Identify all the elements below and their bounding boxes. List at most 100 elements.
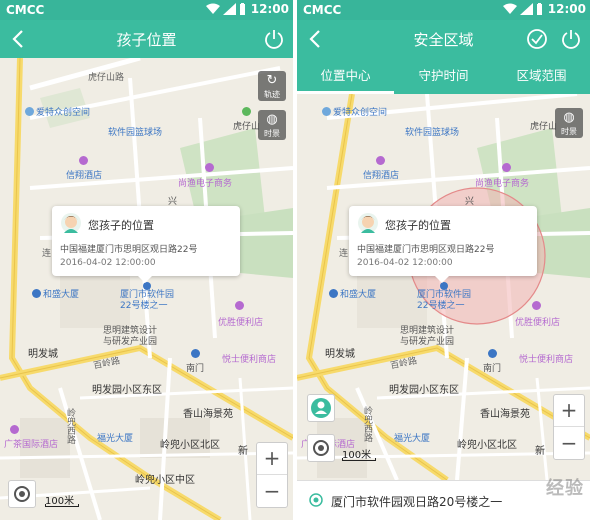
zoom-in-button[interactable]: + [257,443,287,475]
zoom-in-button[interactable]: + [554,395,584,427]
child-avatar-icon [61,213,81,233]
poi-icon [205,163,214,172]
person-pin-icon [311,398,331,418]
map-label: 尚渔电子商务 [178,179,233,189]
map-label: 悦士便利商店 [519,355,574,365]
current-address: 厦门市软件园观日路20号楼之一 [331,495,503,509]
map-label: 和盛大厦 [43,290,80,300]
locate-button[interactable] [8,480,36,508]
map-view[interactable]: 虎仔山路 爱特众创空间 软件园篮球场 虎仔山 信翔酒店 尚渔电子商务 兴 连 和… [0,58,293,520]
map-label: 尚渔电子商务 [475,179,530,189]
wifi-icon [205,3,220,14]
poi-icon [235,301,244,310]
time-view-label: 时景 [264,129,280,138]
status-icons: 12:00 [502,2,586,16]
carrier-label: CMCC [6,3,45,17]
poi-icon [322,107,331,116]
tab-location-center[interactable]: 位置中心 [297,58,394,94]
wifi-icon [502,3,517,14]
battery-icon [536,3,542,15]
safe-zone-screen: CMCC 12:00 安全区域 位置中心 守护时间 区域范围 爱特众创空间 软件… [297,0,590,520]
child-location-popup[interactable]: 您孩子的位置 中国福建厦门市思明区观日路22号 2016-04-02 12:00… [349,206,537,283]
map-label: 岭兜西路 [362,406,372,442]
poi-icon [79,156,88,165]
time-view-button[interactable]: ◍ 时景 [258,110,286,140]
child-location-popup[interactable]: 您孩子的位置 中国福建厦门市思明区观日路22号 2016-04-02 12:00… [52,206,240,283]
title-bar: 安全区域 [297,20,590,58]
map-label: 虎仔山路 [88,73,125,83]
map-label: 爱特众创空间 [36,108,91,118]
power-icon[interactable] [560,28,582,50]
track-icon: ↻ [266,73,278,88]
map-label: 思明建筑设计与研发产业园 [400,326,455,347]
globe-icon: ◍ [266,112,278,127]
map-label: 明发城 [325,349,355,360]
map-label: 优胜便利店 [515,318,561,328]
popup-address: 中国福建厦门市思明区观日路22号 [60,245,198,255]
map-label: 虎仔山 [233,122,261,132]
map-label: 信翔酒店 [66,171,103,181]
page-title: 孩子位置 [116,31,177,49]
map-label: 信翔酒店 [363,171,400,181]
poi-icon [502,163,511,172]
map-label: 明发园小区东区 [92,385,162,396]
confirm-check-icon[interactable] [526,28,548,50]
locate-icon [14,486,30,502]
child-avatar-icon [358,213,378,233]
clock: 12:00 [250,2,289,16]
map-label: 优胜便利店 [218,318,264,328]
signal-icon [222,3,236,15]
track-button[interactable]: ↻ 轨迹 [258,71,286,101]
child-location-screen: CMCC 12:00 孩子位置 虎仔山路 爱特众创空间 软件园篮球场 虎仔山 信… [0,0,293,520]
child-locate-button[interactable] [307,394,335,422]
poi-icon [32,289,41,298]
poi-icon [532,301,541,310]
zoom-out-button[interactable]: − [257,476,287,508]
status-icons: 12:00 [205,2,289,16]
map-label: 厦门市软件园22号楼之一 [417,290,472,311]
zoom-out-button[interactable]: − [554,428,584,460]
map-label: 明发园小区东区 [389,385,459,396]
carrier-label: CMCC [303,3,342,17]
locate-icon [313,440,329,456]
zoom-control: + − [553,394,585,460]
map-label: 香山海景苑 [183,409,233,420]
map-label: 厦门市软件园22号楼之一 [120,290,175,311]
tab-guard-time[interactable]: 守护时间 [395,58,492,94]
status-bar: CMCC 12:00 [0,0,293,20]
popup-timestamp: 2016-04-02 12:00:00 [60,258,156,268]
map-label: 岭兜小区北区 [457,440,517,451]
map-label: 岭兜西路 [65,408,75,444]
watermark: 经验 [546,478,584,499]
map-label: 香山海景苑 [480,409,530,420]
poi-icon [25,107,34,116]
map-scale: 100米 [45,492,79,507]
map-label: 广茶国际酒店 [4,440,59,450]
location-pin-icon [309,493,323,507]
popup-address: 中国福建厦门市思明区观日路22号 [357,245,495,255]
time-view-button[interactable]: ◍ 时景 [555,108,583,138]
map-label: 新 [535,446,545,457]
map-label: 软件园篮球场 [108,128,163,138]
map-scale: 100米 [342,446,376,461]
tab-bar: 位置中心 守护时间 区域范围 [297,58,590,94]
locate-button[interactable] [307,434,335,462]
map-view[interactable]: 爱特众创空间 软件园篮球场 虎仔山 信翔酒店 尚渔电子商务 兴 连 和盛大厦 厦… [297,94,590,480]
map-label: 虎仔山 [530,122,558,132]
map-label: 爱特众创空间 [333,108,388,118]
popup-title: 您孩子的位置 [385,219,451,232]
poi-icon [10,425,19,434]
track-label: 轨迹 [264,90,280,99]
battery-icon [239,3,245,15]
map-label: 南门 [483,364,502,374]
status-bar: CMCC 12:00 [297,0,590,20]
zoom-control: + − [256,442,288,508]
tab-zone-range[interactable]: 区域范围 [493,58,590,94]
map-label: 思明建筑设计与研发产业园 [103,326,158,347]
popup-title: 您孩子的位置 [88,219,154,232]
map-label: 岭兜小区北区 [160,440,220,451]
map-label: 新 [238,446,248,457]
power-icon[interactable] [263,28,285,50]
poi-icon [242,107,251,116]
poi-icon [329,289,338,298]
